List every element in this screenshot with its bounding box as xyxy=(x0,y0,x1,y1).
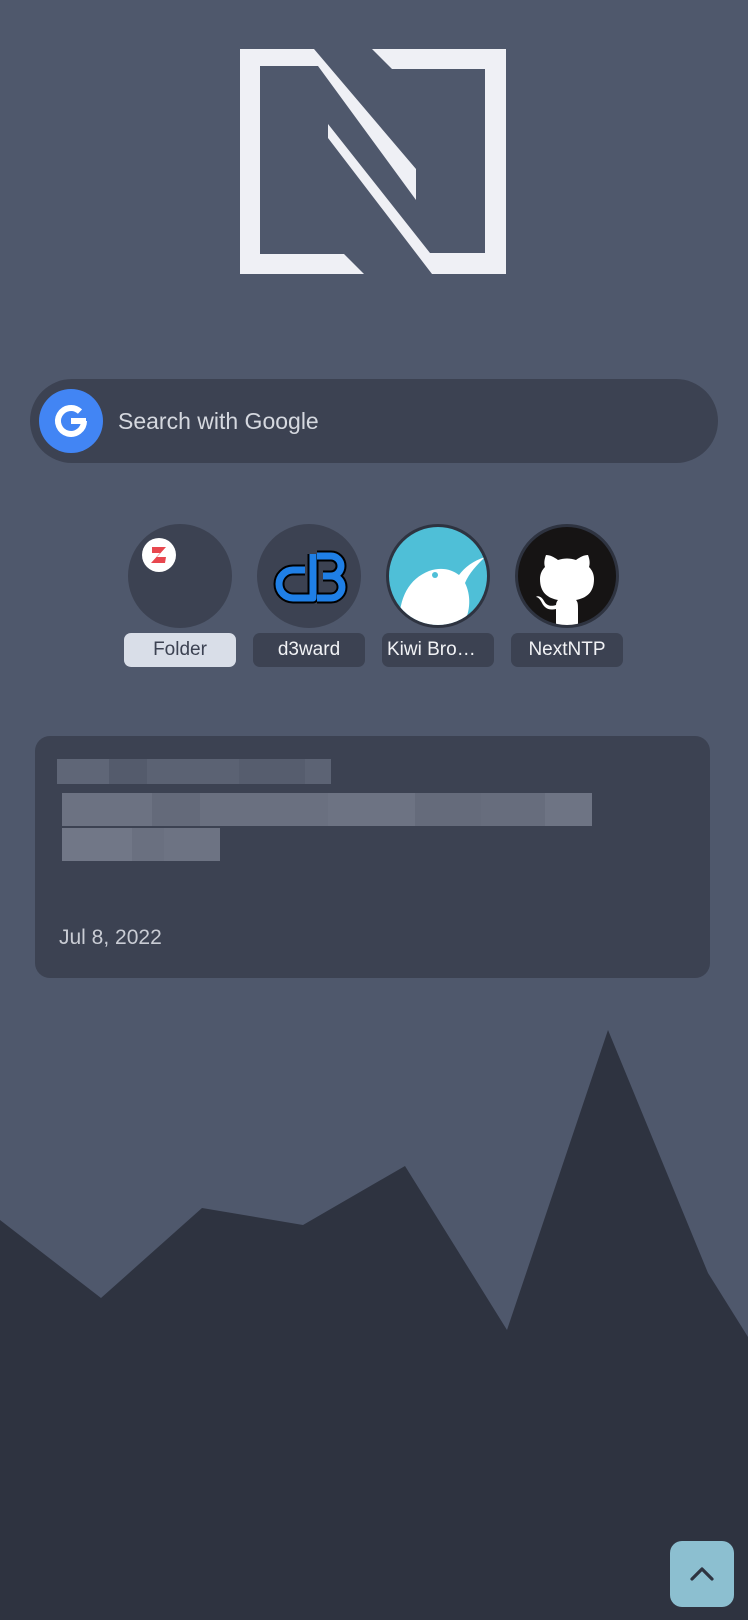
shortcut-label: Folder xyxy=(124,633,236,667)
card-date: Jul 8, 2022 xyxy=(59,926,162,949)
redacted-text-line-2 xyxy=(62,828,220,861)
scroll-top-button[interactable] xyxy=(670,1541,734,1607)
shortcuts-row: Folder d3ward Kiwi Browser NextNTP xyxy=(124,524,624,669)
kiwi-browser-icon xyxy=(386,524,490,628)
search-input[interactable] xyxy=(118,379,688,463)
shortcut-d3ward[interactable]: d3ward xyxy=(253,524,365,669)
shortcut-label: d3ward xyxy=(253,633,365,667)
kiwi-bird-icon xyxy=(399,557,485,625)
shortcut-nextntp[interactable]: NextNTP xyxy=(511,524,623,669)
shortcut-kiwi-browser[interactable]: Kiwi Browser xyxy=(382,524,494,669)
redacted-text-line-1 xyxy=(62,793,592,826)
github-icon xyxy=(536,555,594,625)
mountains-background xyxy=(0,1030,748,1620)
news-card[interactable]: Jul 8, 2022 xyxy=(35,736,710,978)
shortcut-label: Kiwi Browser xyxy=(382,633,494,667)
google-icon xyxy=(55,405,87,437)
chevron-up-icon xyxy=(690,1567,714,1581)
redacted-title xyxy=(57,759,331,784)
d3-icon xyxy=(257,524,361,628)
search-bar xyxy=(30,379,718,463)
nextntp-shortcut-icon xyxy=(515,524,619,628)
search-engine-button[interactable] xyxy=(39,389,103,453)
shortcut-label: NextNTP xyxy=(511,633,623,667)
nextntp-logo xyxy=(240,49,506,274)
folder-icon xyxy=(128,524,232,628)
shortcut-folder[interactable]: Folder xyxy=(124,524,236,669)
zotero-icon xyxy=(142,538,176,572)
